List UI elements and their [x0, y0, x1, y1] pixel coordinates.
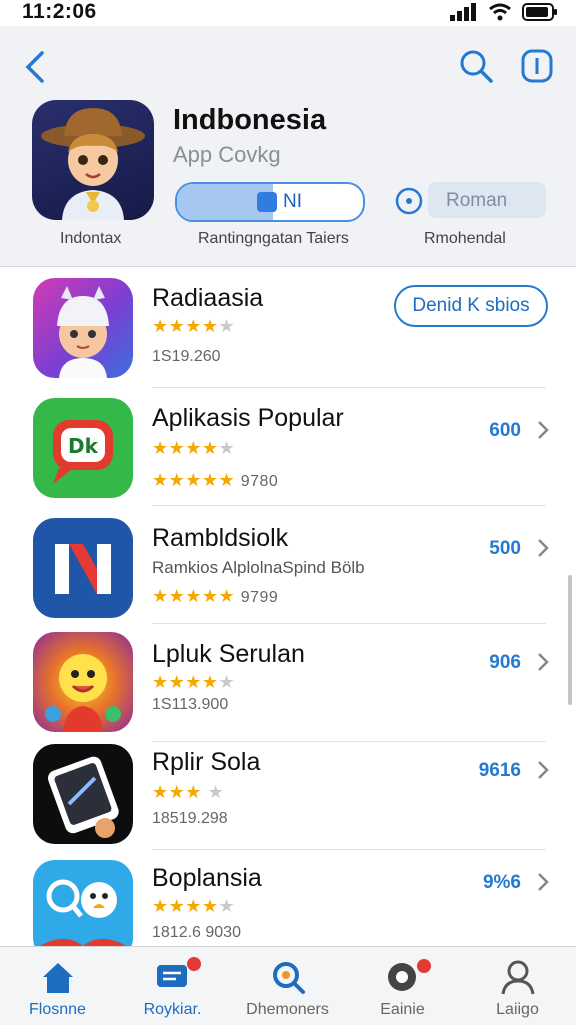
app-meta: 1812.6 9030	[152, 924, 241, 941]
info-icon[interactable]	[520, 48, 554, 84]
chevron-right-icon	[538, 653, 549, 671]
profile-icon	[501, 960, 534, 995]
app-name: Lpluk Serulan	[152, 640, 305, 668]
notification-badge	[187, 957, 201, 971]
app-title: Indbonesia	[173, 104, 327, 136]
app-meta: 1S113.900	[152, 696, 229, 713]
app-name: Rplir Sola	[152, 748, 261, 776]
rating-stars: ★★★★★	[152, 672, 236, 692]
signal-icon	[450, 3, 476, 21]
chat-icon	[387, 963, 416, 991]
battery-icon	[522, 3, 557, 21]
tab-label: Laiigo	[496, 1001, 539, 1018]
status-time: 11:2:06	[22, 0, 97, 23]
chevron-right-icon	[538, 421, 549, 439]
toggle-label: NI	[283, 191, 302, 212]
cartoon-face-icon	[33, 860, 133, 960]
chevron-right-icon	[538, 539, 549, 557]
caption-right: Rmohendal	[424, 230, 506, 247]
app-name: Aplikasis Popular	[152, 404, 344, 432]
svg-text:Dk: Dk	[68, 434, 99, 458]
tab-home[interactable]: Flosnne	[0, 947, 115, 1025]
app-subtitle: Ramkios AlplolnaSpind Bölb	[152, 558, 365, 577]
home-icon	[42, 963, 73, 993]
rating-stars: ★★★★★	[152, 316, 236, 336]
sun-face-icon	[33, 632, 133, 732]
n-logo-icon	[33, 518, 133, 618]
list-item[interactable]: Lpluk Serulan ★★★★★ 1S113.900 906	[0, 624, 576, 742]
app-subtitle: App Covkg	[173, 142, 281, 167]
roman-button[interactable]: Roman	[428, 182, 546, 218]
notification-badge	[417, 959, 431, 973]
phone-screen-icon	[33, 744, 133, 844]
status-icons	[450, 3, 558, 21]
tab-bar: Flosnne Roykiar. Dhemoners Eainie Laiigo	[0, 946, 576, 1025]
chat-bubble-icon: Dk	[33, 398, 133, 498]
toggle-knob	[257, 192, 277, 212]
hat-kid-icon	[33, 278, 133, 378]
app-price: 500	[489, 538, 521, 559]
list-item[interactable]: Boplansia ★★★★★ 1812.6 9030 9%6	[0, 850, 576, 960]
list-item[interactable]: Rplir Sola ★★★ ★ 18519.298 9616	[0, 732, 576, 850]
cowboy-kid-icon	[41, 108, 145, 220]
list-item[interactable]: Rambldsiolk Ramkios AlplolnaSpind Bölb ★…	[0, 506, 576, 624]
list-item[interactable]: Dk Aplikasis Popular ★★★★★ ★★★★★ 9780 60…	[0, 388, 576, 506]
chevron-right-icon	[538, 873, 549, 891]
caption-left: Indontax	[60, 230, 122, 247]
app-price: 600	[489, 420, 521, 441]
rating-stars: ★★★★★	[152, 438, 236, 458]
app-price: 9616	[478, 760, 521, 781]
caption-mid: Rantingngatan Taiers	[198, 230, 349, 247]
app-price: 9%6	[482, 872, 521, 893]
wifi-icon	[489, 3, 511, 21]
tab-search[interactable]: Dhemoners	[230, 947, 345, 1025]
app-meta: 9799	[240, 589, 279, 606]
app-header: Indbonesia App Covkg NI Roman Indontax R…	[0, 26, 576, 266]
tab-messages[interactable]: Roykiar.	[115, 947, 230, 1025]
search-icon[interactable]	[458, 48, 494, 84]
app-name: Boplansia	[152, 864, 262, 892]
app-name: Radiaasia	[152, 284, 264, 312]
app-name: Rambldsiolk	[152, 524, 289, 552]
rating-stars: ★★★ ★	[152, 782, 225, 802]
status-bar: 11:2:06	[0, 0, 576, 26]
rating-stars-secondary: ★★★★★ 9780	[152, 470, 279, 490]
clock-icon	[395, 187, 423, 215]
list-item[interactable]: Radiaasia ★★★★★ 1S19.260	[0, 270, 576, 388]
header-divider	[0, 266, 576, 267]
back-chevron-icon[interactable]	[20, 50, 50, 84]
roman-label: Roman	[446, 190, 508, 211]
tab-label: Eainie	[380, 1001, 425, 1018]
tab-label: Flosnne	[29, 1001, 86, 1018]
app-meta: 9780	[240, 473, 279, 490]
rating-stars: ★★★★★ 9799	[152, 586, 279, 606]
tab-label: Dhemoners	[246, 1001, 329, 1018]
chevron-right-icon	[538, 761, 549, 779]
scrollbar[interactable]	[568, 575, 572, 705]
primary-toggle-button[interactable]: NI	[175, 182, 365, 222]
message-icon	[156, 965, 187, 987]
app-meta: 18519.298	[152, 810, 228, 827]
tab-label: Roykiar.	[143, 1001, 202, 1018]
tab-profile[interactable]: Laiigo	[460, 947, 575, 1025]
app-price: 906	[489, 652, 521, 673]
app-icon-cowboy-kid[interactable]	[32, 100, 154, 220]
search-icon	[272, 962, 305, 994]
tab-chat[interactable]: Eainie	[345, 947, 460, 1025]
rating-stars: ★★★★★	[152, 896, 236, 916]
app-meta: 1S19.260	[152, 348, 221, 365]
